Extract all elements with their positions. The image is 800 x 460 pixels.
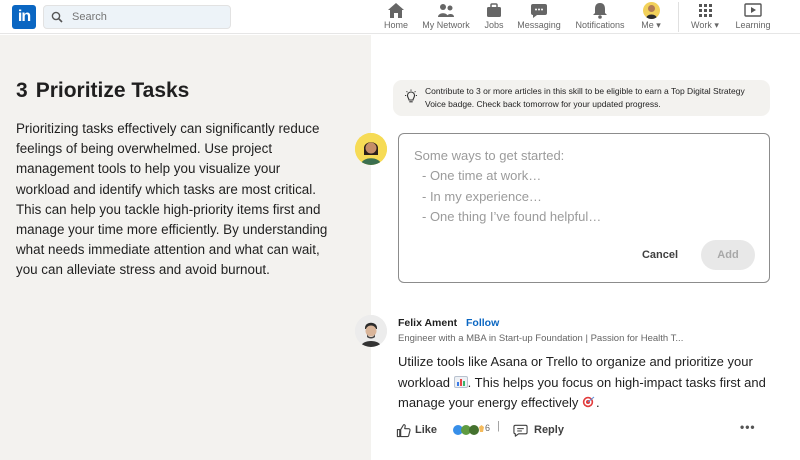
- comment-text-part: .: [596, 395, 600, 410]
- bar-chart-icon: [453, 375, 468, 388]
- insightful-reaction-icon: [479, 425, 484, 432]
- banner-text: Contribute to 3 or more articles in this…: [425, 86, 745, 109]
- nav-work[interactable]: Work ▾: [688, 2, 722, 32]
- article-section-panel: 3 Prioritize Tasks Prioritizing tasks eff…: [0, 35, 371, 460]
- lightbulb-icon: [405, 89, 417, 103]
- section-title-text: Prioritize Tasks: [35, 79, 190, 102]
- thumbs-up-icon: [396, 423, 411, 437]
- like-button[interactable]: Like: [396, 420, 437, 440]
- avatar: [642, 2, 660, 19]
- target-icon: [582, 396, 595, 408]
- messaging-icon: [531, 4, 547, 18]
- follow-button[interactable]: Follow: [466, 317, 499, 329]
- nav-label: Jobs: [484, 20, 504, 30]
- nav-my-network[interactable]: My Network: [420, 2, 472, 32]
- section-body: Prioritizing tasks effectively can signi…: [16, 121, 328, 278]
- briefcase-icon: [487, 3, 501, 17]
- commenter-headline: Engineer with a MBA in Start-up Foundati…: [398, 333, 684, 344]
- section-title: 3 Prioritize Tasks: [16, 79, 189, 103]
- search-box[interactable]: [43, 5, 231, 29]
- contribution-editor[interactable]: Some ways to get started: - One time at …: [398, 133, 770, 283]
- chevron-down-icon: ▾: [656, 20, 661, 30]
- linkedin-logo[interactable]: in: [12, 5, 36, 29]
- nav-jobs[interactable]: Jobs: [482, 2, 506, 32]
- nav-messaging[interactable]: Messaging: [516, 2, 562, 32]
- reaction-count[interactable]: 6: [485, 423, 490, 433]
- nav-notifications[interactable]: Notifications: [574, 2, 626, 32]
- editor-placeholder[interactable]: Some ways to get started: - One time at …: [414, 146, 601, 227]
- nav-home[interactable]: Home: [381, 2, 411, 32]
- nav-label: Messaging: [517, 20, 561, 30]
- nav-me[interactable]: Me ▾: [636, 2, 666, 32]
- nav-label: Me ▾: [641, 20, 661, 30]
- action-separator: |: [497, 420, 500, 432]
- nav-label: My Network: [422, 20, 470, 30]
- section-number: 3: [16, 79, 28, 102]
- comment-text: Utilize tools like Asana or Trello to or…: [398, 352, 768, 414]
- play-icon: [744, 3, 762, 17]
- nav-divider: [678, 2, 679, 32]
- placeholder-prompt: Some ways to get started:: [414, 148, 565, 163]
- top-nav: in Home My Network Jobs Messaging Notifi…: [0, 0, 800, 34]
- search-icon: [51, 11, 63, 23]
- bell-icon: [593, 3, 607, 19]
- search-input[interactable]: [72, 8, 222, 26]
- cancel-button[interactable]: Cancel: [629, 242, 691, 268]
- placeholder-suggestion: - One thing I’ve found helpful…: [422, 208, 602, 224]
- comment-bubble-icon: [513, 424, 528, 437]
- placeholder-suggestion: - In my experience…: [422, 188, 542, 204]
- more-options-icon[interactable]: •••: [740, 420, 756, 434]
- nav-label: Work ▾: [691, 20, 719, 30]
- placeholder-suggestion: - One time at work…: [422, 168, 542, 184]
- contribution-banner: Contribute to 3 or more articles in this…: [393, 80, 770, 116]
- reply-button[interactable]: Reply: [513, 420, 564, 440]
- like-label: Like: [415, 424, 438, 436]
- celebrate-reaction-icon: [469, 425, 479, 435]
- chevron-down-icon: ▾: [714, 20, 719, 30]
- current-user-avatar: [355, 133, 387, 165]
- nav-label: Notifications: [575, 20, 625, 30]
- nav-label: Home: [383, 20, 408, 30]
- nav-learning[interactable]: Learning: [735, 2, 771, 32]
- comment-actions: Like 6 | Reply •••: [396, 420, 766, 440]
- network-icon: [438, 4, 454, 17]
- grid-icon: [699, 4, 712, 17]
- nav-label: Learning: [735, 20, 771, 30]
- commenter-avatar[interactable]: [355, 315, 387, 347]
- home-icon: [388, 3, 404, 18]
- commenter-name[interactable]: Felix Ament: [398, 317, 457, 329]
- reply-label: Reply: [534, 424, 564, 436]
- add-button[interactable]: Add: [701, 240, 755, 270]
